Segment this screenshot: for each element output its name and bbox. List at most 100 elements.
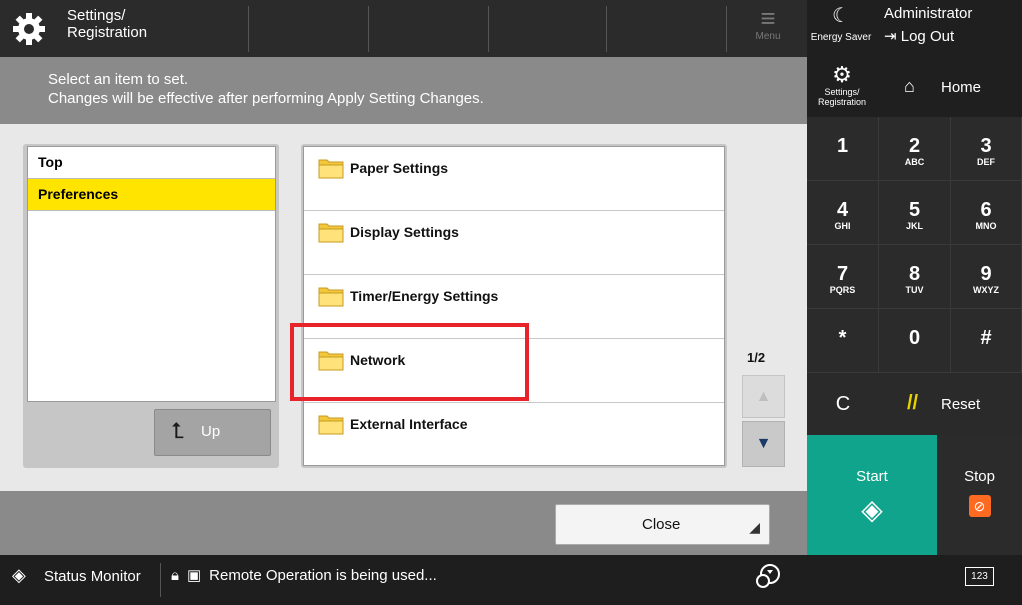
key-digit: 1	[836, 135, 849, 157]
settings-gear-icon	[12, 12, 46, 46]
remote-message: Remote Operation is being used...	[209, 567, 437, 584]
key-digit: 3	[980, 135, 992, 157]
key-digit: 7	[836, 263, 849, 285]
lock-icon: 🔒︎	[171, 567, 179, 584]
key-digit: #	[980, 327, 992, 349]
key-letters: MNO	[975, 221, 997, 231]
folder-icon	[318, 223, 344, 243]
topbar-divider	[606, 6, 607, 52]
up-label: Up	[201, 423, 221, 440]
key-digit: 6	[980, 199, 992, 221]
key-8[interactable]: 8 TUV	[879, 245, 951, 309]
topbar-divider	[368, 6, 369, 52]
key-digit: 9	[980, 263, 992, 285]
stop-key[interactable]: Stop ⊘	[937, 435, 1022, 555]
scroll-up-button[interactable]: ▲	[742, 375, 785, 418]
folder-icon	[318, 159, 344, 179]
key-letters: ABC	[904, 157, 925, 167]
breadcrumb: Top Preferences	[27, 146, 276, 402]
status-divider	[160, 563, 161, 597]
settings-key-label-line1: Settings/	[824, 87, 860, 97]
logout-icon: ⇥	[884, 28, 897, 45]
topbar-divider	[248, 6, 249, 52]
reset-key[interactable]: // Reset	[879, 373, 1022, 435]
list-item-label: Display Settings	[350, 224, 459, 240]
key-1[interactable]: 1	[807, 117, 879, 181]
monitor-icon: ▣	[186, 567, 202, 584]
home-icon: ⌂	[904, 76, 915, 96]
up-arrow-icon: ⮤	[171, 418, 184, 443]
list-item-label: External Interface	[350, 416, 468, 432]
topbar-divider	[488, 6, 489, 52]
remote-operation-status: 🔒︎ ▣ Remote Operation is being used...	[171, 566, 437, 584]
key-digit: 0	[908, 327, 921, 349]
close-label: Close	[642, 516, 681, 533]
stop-label: Stop	[964, 468, 995, 485]
key-digit: 4	[836, 199, 849, 221]
menu-label: Menu	[755, 31, 781, 42]
start-key[interactable]: Start ◈	[807, 435, 937, 555]
breadcrumb-item-top[interactable]: Top	[28, 147, 275, 179]
remote-session-icon[interactable]	[752, 561, 786, 591]
instruction-band: Select an item to set. Changes will be e…	[0, 57, 807, 124]
topbar-divider	[726, 6, 727, 52]
close-button[interactable]: Close ◢	[555, 504, 770, 545]
status-monitor-label: Status Monitor	[44, 568, 141, 585]
folder-icon	[318, 415, 344, 435]
key-5[interactable]: 5 JKL	[879, 181, 951, 245]
list-item-label: Timer/Energy Settings	[350, 288, 499, 304]
key-7[interactable]: 7 PQRS	[807, 245, 879, 309]
list-item-label: Paper Settings	[350, 160, 449, 176]
triangle-down-icon: ▼	[755, 435, 772, 452]
key-digit: 5	[908, 199, 921, 221]
key-digit: 2	[908, 135, 921, 157]
instruction-line2: Changes will be effective after performi…	[48, 90, 484, 107]
status-bar	[0, 555, 1022, 605]
key-4[interactable]: 4 GHI	[807, 181, 879, 245]
menu-button[interactable]: ≡ Menu	[750, 5, 786, 51]
key-letters: TUV	[905, 285, 924, 295]
up-button[interactable]: ⮤ Up	[154, 409, 271, 456]
breadcrumb-item-preferences[interactable]: Preferences	[28, 179, 275, 211]
page-indicator: 1/2	[747, 350, 766, 365]
key-asterisk[interactable]: *	[807, 309, 879, 373]
settings-registration-key[interactable]: ⚙ Settings/ Registration	[807, 57, 877, 117]
settings-list: Paper Settings Display Settings Timer/En…	[303, 146, 725, 466]
status-monitor-button[interactable]: ◈ Status Monitor	[12, 565, 141, 586]
key-hash[interactable]: #	[951, 309, 1022, 373]
key-9[interactable]: 9 WXYZ	[951, 245, 1022, 309]
status-monitor-icon: ◈	[12, 565, 26, 585]
stop-icon: ⊘	[968, 495, 991, 517]
key-6[interactable]: 6 MNO	[951, 181, 1022, 245]
instruction-line1: Select an item to set.	[48, 71, 189, 88]
folder-icon	[318, 287, 344, 307]
energy-saver-label: Energy Saver	[810, 32, 872, 43]
highlight-box	[290, 323, 529, 401]
hamburger-icon: ≡	[760, 3, 776, 33]
home-key[interactable]: ⌂ Home	[877, 57, 1022, 117]
list-item-external-interface[interactable]: External Interface	[304, 403, 724, 467]
reset-label: Reset	[941, 396, 981, 413]
scroll-down-button[interactable]: ▼	[742, 421, 785, 467]
key-2[interactable]: 2 ABC	[879, 117, 951, 181]
key-0[interactable]: 0	[879, 309, 951, 373]
triangle-up-icon: ▲	[755, 388, 772, 405]
key-letters: GHI	[834, 221, 851, 231]
logout-button[interactable]: ⇥ Log Out	[884, 27, 954, 45]
key-digit: 8	[908, 263, 921, 285]
user-name: Administrator	[884, 5, 973, 22]
key-letters: JKL	[905, 221, 923, 231]
settings-key-label-line2: Registration	[817, 97, 867, 107]
numeric-keyboard-icon[interactable]: 123	[965, 567, 994, 586]
start-label: Start	[856, 468, 888, 485]
key-letters: DEF	[977, 157, 995, 167]
clear-key[interactable]: C	[807, 373, 879, 435]
logout-label: Log Out	[900, 28, 955, 45]
app-title-line2: Registration	[67, 24, 148, 41]
list-item-display-settings[interactable]: Display Settings	[304, 211, 724, 275]
key-3[interactable]: 3 DEF	[951, 117, 1022, 181]
energy-saver-button[interactable]: ☾ Energy Saver	[807, 0, 875, 57]
start-diamond-icon: ◈	[861, 494, 883, 525]
list-item-paper-settings[interactable]: Paper Settings	[304, 147, 724, 211]
key-letters: WXYZ	[973, 285, 999, 295]
